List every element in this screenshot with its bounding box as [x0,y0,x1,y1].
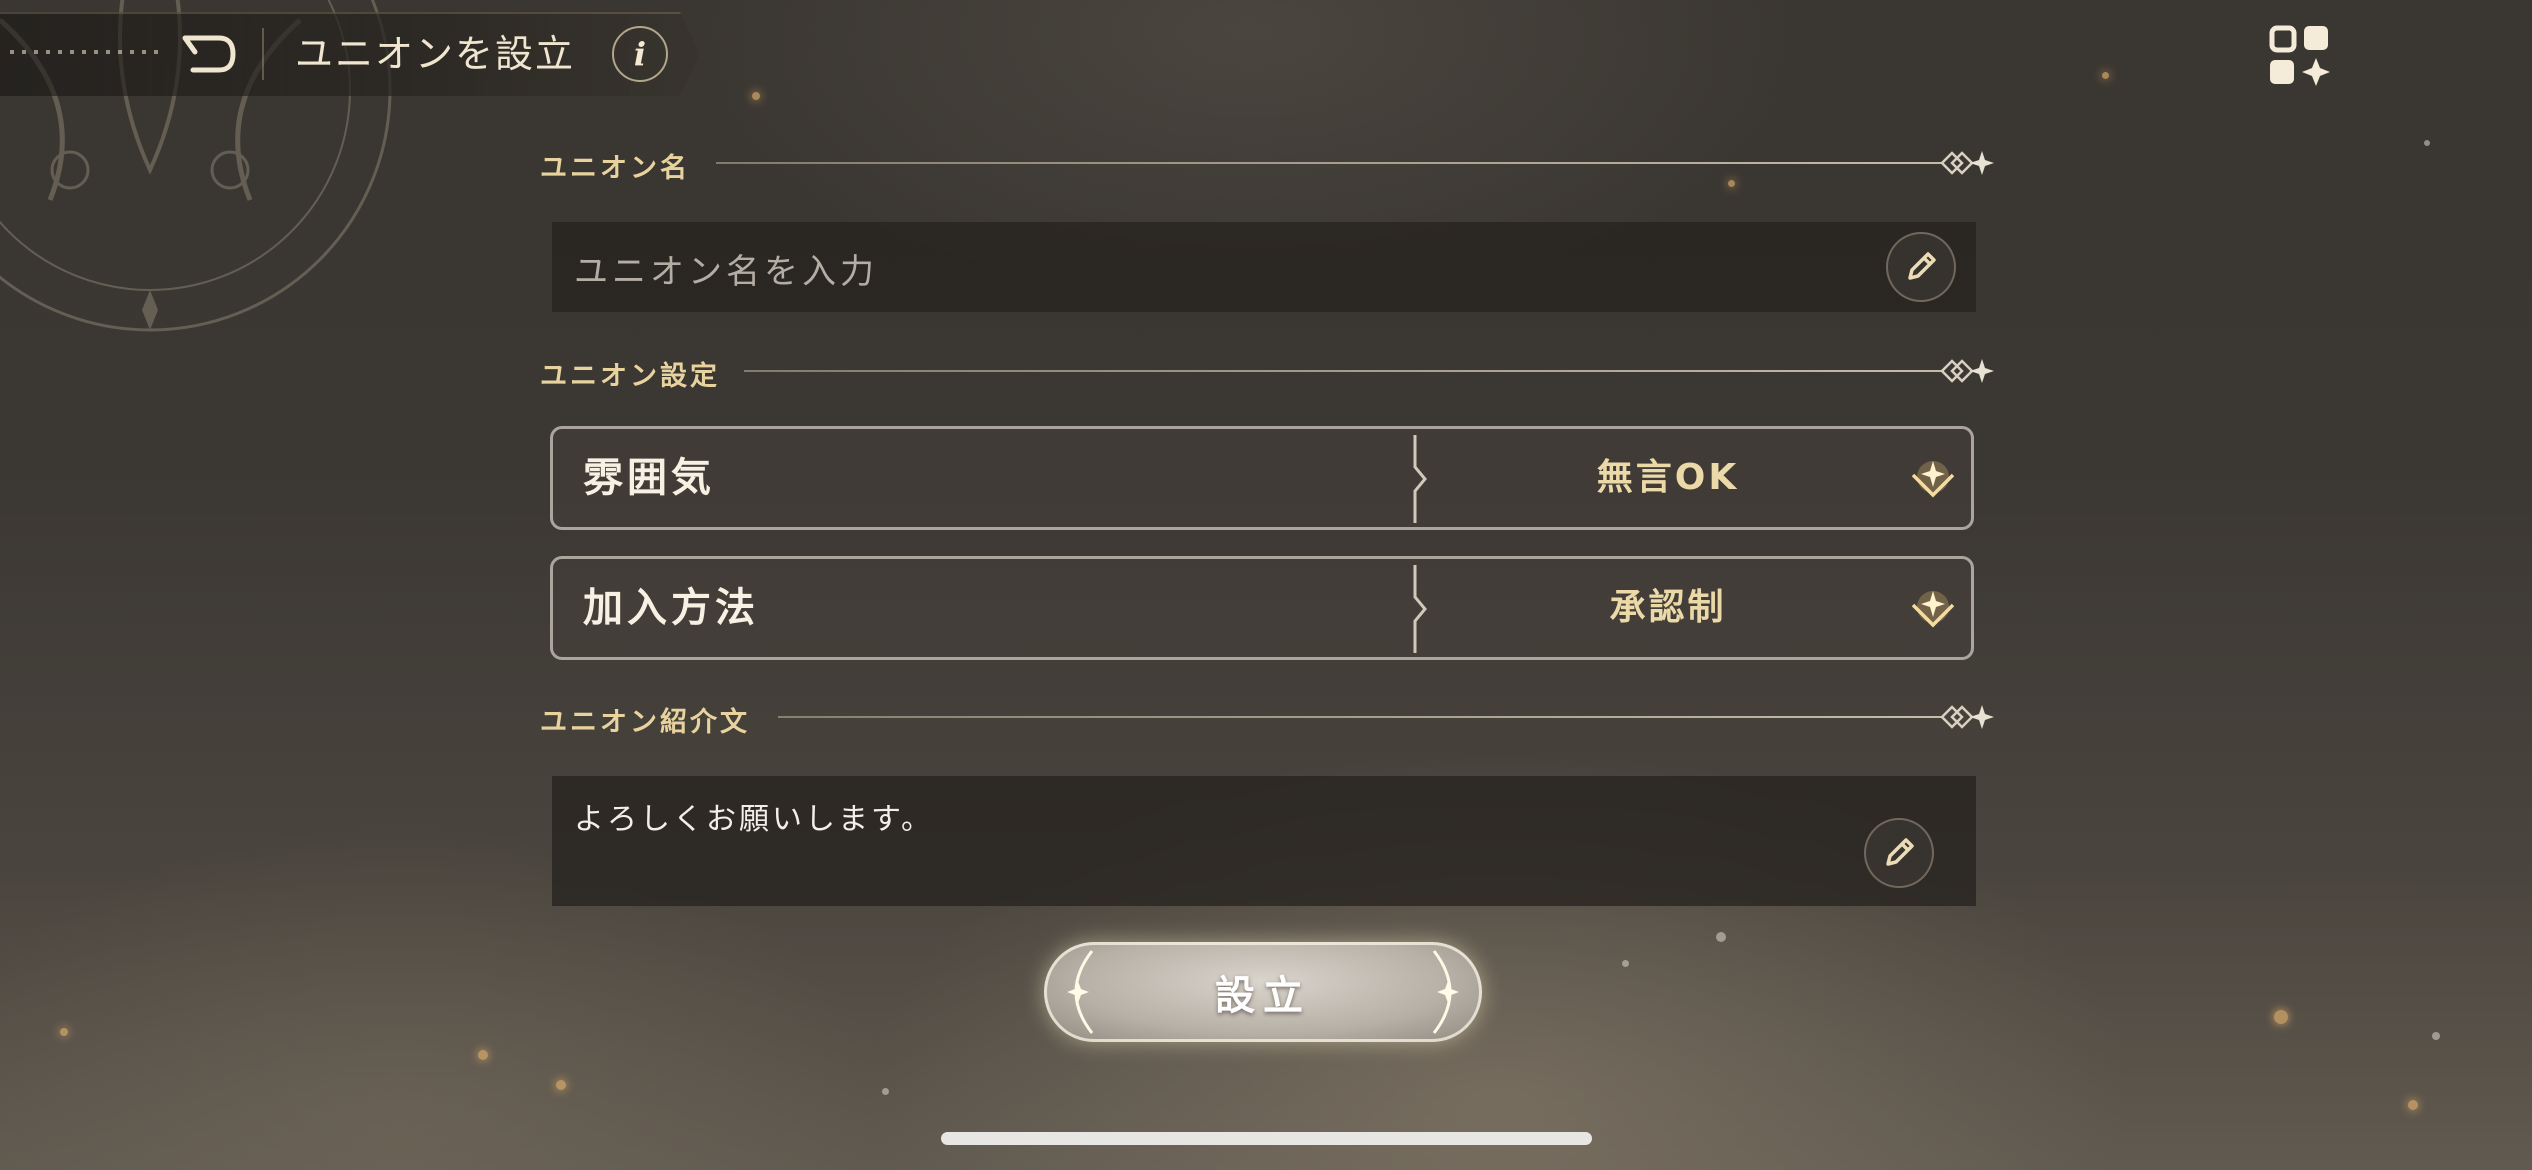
ambient-dot [2424,140,2430,146]
section-label-union-settings: ユニオン設定 [540,361,720,392]
ambient-sparkle [2102,72,2109,79]
divider-ornament-icon [1940,151,1994,175]
dropdown-sparkle-icon[interactable] [1909,457,1957,503]
row-divider [1413,565,1427,653]
info-button[interactable]: i [612,26,668,82]
ambient-sparkle [556,1080,566,1090]
page-title: ユニオンを設立 [295,32,576,76]
ambient-sparkle [752,92,760,100]
pencil-icon [1886,838,1914,866]
ambient-dot [2432,1032,2440,1040]
ambient-sparkle [60,1028,68,1036]
establish-button[interactable]: 設立 [1044,942,1482,1042]
setting-row-atmosphere[interactable]: 雰囲気 無言OK [550,426,1974,530]
home-indicator[interactable] [941,1132,1592,1145]
union-intro-text: よろしくお願いします。 [574,802,934,837]
establish-button-label: 設立 [1215,973,1311,1019]
header-dots-decoration [10,50,160,54]
setting-row-join-method[interactable]: 加入方法 承認制 [550,556,1974,660]
row-divider [1413,435,1427,523]
ambient-sparkle [478,1050,488,1060]
section-divider [716,162,1942,164]
edit-name-button[interactable] [1886,232,1956,302]
union-intro-textarea[interactable]: よろしくお願いします。 [552,776,1976,906]
section-label-union-name: ユニオン名 [540,153,690,184]
menu-grid-icon[interactable] [2268,24,2332,88]
back-icon [182,35,236,73]
divider-ornament-icon [1940,705,1994,729]
ambient-sparkle [1728,180,1735,187]
ambient-dot [1622,960,1629,967]
ambient-sparkle [2274,1010,2288,1024]
setting-value: 承認制 [1609,587,1727,628]
button-ornament-right [1432,950,1459,1034]
setting-label: 加入方法 [583,585,759,631]
divider-ornament-icon [1940,359,1994,383]
section-label-union-intro: ユニオン紹介文 [540,707,750,738]
union-name-input[interactable]: ユニオン名を入力 [552,222,1976,312]
union-name-placeholder: ユニオン名を入力 [574,252,878,292]
edit-intro-button[interactable] [1864,818,1934,888]
ambient-dot [882,1088,889,1095]
setting-label: 雰囲気 [583,455,715,501]
ambient-sparkle [2408,1100,2418,1110]
info-icon: i [633,35,647,73]
back-button[interactable] [176,26,240,82]
pencil-icon [1908,252,1936,280]
section-divider [778,716,1942,718]
dropdown-sparkle-icon[interactable] [1909,587,1957,633]
ambient-dot [1716,932,1726,942]
section-divider [744,370,1942,372]
setting-value: 無言OK [1596,457,1740,498]
header-separator [262,28,264,80]
button-ornament-left [1067,950,1094,1034]
